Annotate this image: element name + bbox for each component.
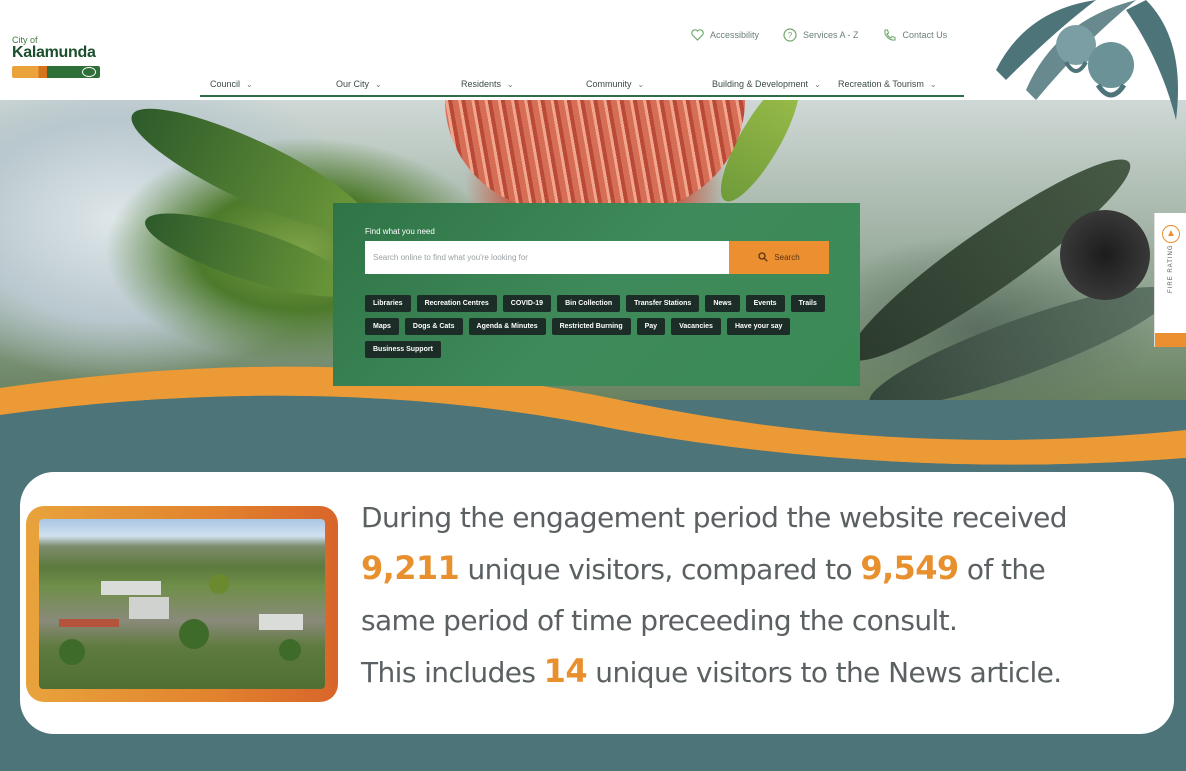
- tree-shape: [59, 639, 85, 665]
- search-button-label: Search: [774, 253, 800, 262]
- stats-line-4: This includes 14 unique visitors to the …: [361, 646, 1141, 698]
- flame-icon: ▲: [1162, 225, 1180, 243]
- quick-link-covid-19[interactable]: COVID-19: [502, 295, 552, 312]
- previous-visitors-count: 9,549: [860, 549, 959, 587]
- chevron-down-icon: ⌄: [929, 80, 937, 89]
- quick-link-trails[interactable]: Trails: [790, 295, 825, 312]
- stats-line-3: same period of time preceeding the consu…: [361, 604, 958, 637]
- tree-shape: [209, 574, 229, 594]
- nav-item-residents[interactable]: Residents ⌄: [461, 79, 514, 89]
- nav-label: Recreation & Tourism: [838, 79, 924, 89]
- chevron-down-icon: ⌄: [507, 80, 514, 89]
- quick-link-pay[interactable]: Pay: [636, 318, 666, 335]
- nav-label: Residents: [461, 79, 502, 89]
- chevron-down-icon: ⌄: [637, 80, 645, 89]
- nav-label: Council: [210, 79, 241, 89]
- quick-link-restricted-burning[interactable]: Restricted Burning: [551, 318, 631, 335]
- nav-item-community[interactable]: Community ⌄: [586, 79, 644, 89]
- tree-shape: [279, 639, 301, 661]
- nav-label: Community: [586, 79, 632, 89]
- seed-pod-shape: [1060, 210, 1150, 300]
- stats-line-4-end: unique visitors to the News article.: [587, 656, 1062, 689]
- photo-frame: [26, 506, 338, 702]
- main-nav: Council ⌄ Our City ⌄ Residents ⌄ Community ⌄…: [200, 75, 964, 97]
- search-button[interactable]: Search: [729, 241, 829, 274]
- quick-link-transfer-stations[interactable]: Transfer Stations: [626, 295, 700, 312]
- nav-label: Building & Development: [712, 79, 809, 89]
- nav-label: Our City: [336, 79, 370, 89]
- quick-link-business-support[interactable]: Business Support: [365, 341, 441, 358]
- quick-link-bin-collection[interactable]: Bin Collection: [557, 295, 621, 312]
- quick-link-have-your-say[interactable]: Have your say: [726, 318, 791, 335]
- nav-item-building-development[interactable]: Building & Development ⌄: [712, 79, 821, 89]
- quick-link-vacancies[interactable]: Vacancies: [671, 318, 721, 335]
- phone-icon: [883, 28, 897, 42]
- quick-links: Libraries Recreation Centres COVID-19 Bi…: [365, 295, 835, 358]
- heart-icon: [690, 28, 704, 42]
- news-visitors-count: 14: [543, 652, 588, 690]
- nav-item-our-city[interactable]: Our City ⌄: [336, 79, 382, 89]
- building-roof: [259, 614, 303, 630]
- logo-name-text: Kalamunda: [12, 44, 96, 61]
- chevron-down-icon: ⌄: [814, 80, 821, 89]
- services-link[interactable]: ? Services A - Z: [783, 28, 859, 42]
- quick-link-dogs-cats[interactable]: Dogs & Cats: [404, 318, 463, 335]
- utility-nav: Accessibility ? Services A - Z Contact U…: [690, 28, 947, 42]
- city-logo[interactable]: City of Kalamunda: [12, 36, 104, 84]
- quick-link-news[interactable]: News: [705, 295, 740, 312]
- engagement-stats-text: During the engagement period the website…: [361, 492, 1141, 698]
- building-roof: [59, 619, 119, 627]
- search-input[interactable]: [365, 241, 729, 274]
- chevron-down-icon: ⌄: [246, 80, 253, 89]
- fire-rating-label: FIRE RATING: [1168, 244, 1174, 293]
- nav-item-recreation-tourism[interactable]: Recreation & Tourism ⌄: [838, 79, 937, 89]
- quick-link-recreation-centres[interactable]: Recreation Centres: [416, 295, 497, 312]
- contact-link[interactable]: Contact Us: [883, 28, 948, 42]
- search-heading: Find what you need: [365, 227, 435, 236]
- building-roof: [101, 581, 161, 595]
- engagement-stats-card: During the engagement period the website…: [20, 472, 1174, 734]
- search-panel: Find what you need Search Libraries Recr…: [333, 203, 860, 386]
- stats-line-2-mid: unique visitors, compared to: [459, 553, 861, 586]
- search-icon: [758, 251, 769, 264]
- svg-text:?: ?: [788, 31, 793, 40]
- fire-rating-tab[interactable]: ▲ FIRE RATING: [1154, 213, 1186, 347]
- stats-line-2: 9,211 unique visitors, compared to 9,549…: [361, 543, 1141, 595]
- gumnut-leaf-decoration: [996, 0, 1178, 120]
- contact-label: Contact Us: [902, 30, 948, 40]
- services-label: Services A - Z: [803, 30, 859, 40]
- accessibility-link[interactable]: Accessibility: [690, 28, 759, 42]
- stats-line-2-end: of the: [958, 553, 1046, 586]
- question-icon: ?: [783, 28, 797, 42]
- quick-link-libraries[interactable]: Libraries: [365, 295, 411, 312]
- quick-link-events[interactable]: Events: [745, 295, 785, 312]
- stats-line-1: During the engagement period the website…: [361, 501, 1068, 534]
- nav-item-council[interactable]: Council ⌄: [210, 79, 253, 89]
- quick-link-maps[interactable]: Maps: [365, 318, 399, 335]
- aerial-town-photo: [39, 519, 325, 689]
- fire-rating-indicator: [1155, 333, 1186, 347]
- quick-link-agenda-minutes[interactable]: Agenda & Minutes: [468, 318, 546, 335]
- banksia-flower: [445, 100, 745, 210]
- accessibility-label: Accessibility: [710, 30, 760, 40]
- building-roof: [129, 597, 169, 619]
- unique-visitors-count: 9,211: [361, 549, 460, 587]
- stats-line-4-start: This includes: [361, 656, 544, 689]
- tree-shape: [179, 619, 209, 649]
- chevron-down-icon: ⌄: [375, 80, 382, 89]
- logo-stripe: [12, 66, 100, 78]
